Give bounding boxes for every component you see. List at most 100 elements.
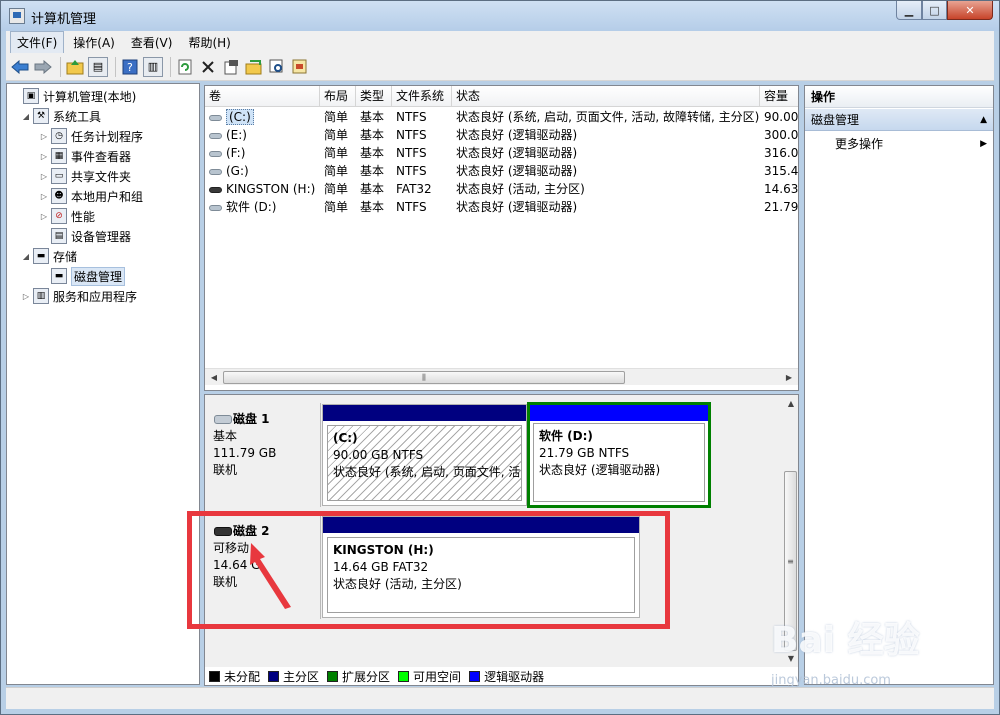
tree-node-services[interactable]: ▷ ▥ 服务和应用程序 — [21, 286, 137, 306]
volume-name: (G:) — [226, 164, 249, 178]
users-icon: ☻ — [51, 188, 67, 204]
device-manager-icon: ▤ — [51, 228, 67, 244]
expand-triangle-icon[interactable]: ▷ — [39, 152, 49, 161]
volume-list: 卷 布局 类型 文件系统 状态 容量 (C:) 简单 基本 NTFS 状态良好 (系统,… — [204, 85, 799, 391]
column-layout[interactable]: 布局 — [320, 86, 356, 107]
forward-arrow-icon[interactable] — [33, 57, 53, 77]
volume-name: 软件 (D:) — [226, 200, 277, 214]
properties-pane-icon[interactable]: ▥ — [143, 56, 163, 77]
storage-icon: ▬ — [33, 248, 49, 264]
scroll-up-icon[interactable]: ▲ — [784, 397, 798, 410]
title-bar[interactable]: 计算机管理 ▁ □ ✕ — [1, 1, 999, 31]
cell-capacity: 90.00 — [764, 110, 798, 124]
partition-d-body: 软件 (D:) 21.79 GB NTFS 状态良好 (逻辑驱动器) — [533, 423, 705, 502]
cell-volume: (F:) — [205, 144, 320, 162]
column-capacity[interactable]: 容量 — [760, 86, 798, 107]
volume-name: (E:) — [226, 128, 247, 142]
back-arrow-icon[interactable] — [10, 57, 30, 77]
tree-node-performance[interactable]: ▷ ⊘ 性能 — [39, 206, 95, 226]
expand-triangle-icon[interactable]: ▷ — [39, 132, 49, 141]
tree-node-task-scheduler[interactable]: ▷ ◷ 任务计划程序 — [39, 126, 143, 146]
toolbar-separator — [60, 56, 61, 77]
maximize-button[interactable]: □ — [922, 1, 947, 20]
cell-status: 状态良好 (逻辑驱动器) — [456, 146, 578, 160]
expand-triangle-icon[interactable]: ▷ — [39, 172, 49, 181]
partition-d-size: 21.79 GB NTFS — [539, 446, 630, 460]
tree-node-local-users[interactable]: ▷ ☻ 本地用户和组 — [39, 186, 143, 206]
minimize-button[interactable]: ▁ — [896, 1, 922, 20]
cell-type: 基本 — [360, 146, 385, 160]
table-row[interactable]: (G:) 简单 基本 NTFS 状态良好 (逻辑驱动器) 315.4 — [205, 162, 798, 180]
horizontal-scroll-thumb[interactable]: ⫼ — [223, 371, 625, 384]
scroll-right-icon[interactable]: ▶ — [782, 371, 796, 384]
more-actions-item[interactable]: 更多操作 ▶ — [835, 134, 993, 154]
cell-layout: 简单 — [324, 146, 349, 160]
actions-pane: 操作 磁盘管理 ▲ 更多操作 ▶ — [804, 85, 994, 685]
collapse-triangle-icon[interactable]: ◢ — [21, 112, 31, 121]
submenu-arrow-icon: ▶ — [980, 139, 987, 149]
table-row[interactable]: KINGSTON (H:) 简单 基本 FAT32 状态良好 (活动, 主分区) 14.6… — [205, 180, 798, 198]
menu-file[interactable]: 文件(F) — [10, 30, 65, 54]
computer-icon: ▣ — [23, 88, 39, 104]
cell-type: 基本 — [360, 128, 385, 142]
open-icon[interactable] — [244, 57, 264, 77]
window-title: 计算机管理 — [31, 12, 97, 27]
collapse-triangle-icon[interactable]: ◢ — [21, 252, 31, 261]
partition-c[interactable]: (C:) 90.00 GB NTFS 状态良好 (系统, 启动, 页面文件, 活… — [322, 404, 527, 506]
delete-icon[interactable] — [198, 57, 218, 77]
volume-list-header: 卷 布局 类型 文件系统 状态 容量 — [205, 86, 798, 107]
cell-status: 状态良好 (逻辑驱动器) — [456, 164, 578, 178]
cell-volume: (E:) — [205, 126, 320, 144]
collapse-up-icon[interactable]: ▲ — [980, 109, 987, 131]
tree-node-event-viewer[interactable]: ▷ ▦ 事件查看器 — [39, 146, 131, 166]
column-filesystem[interactable]: 文件系统 — [392, 86, 452, 107]
tree-node-disk-management[interactable]: ▬ 磁盘管理 — [39, 266, 126, 286]
menu-view[interactable]: 查看(V) — [124, 31, 180, 54]
up-folder-icon[interactable] — [65, 57, 85, 77]
properties-icon[interactable] — [221, 57, 241, 77]
actions-section-disk-management[interactable]: 磁盘管理 ▲ — [805, 109, 993, 131]
tree-node-storage[interactable]: ◢ ▬ 存储 — [21, 246, 77, 266]
cell-fs: NTFS — [396, 164, 427, 178]
cell-type: 基本 — [360, 110, 385, 124]
legend-label: 扩展分区 — [342, 669, 391, 684]
disk1-label[interactable]: 磁盘 1 基本 111.79 GB 联机 — [209, 403, 321, 507]
expand-triangle-icon[interactable]: ▷ — [39, 212, 49, 221]
cell-fs: NTFS — [396, 146, 427, 160]
cell-type: 基本 — [360, 200, 385, 214]
column-status[interactable]: 状态 — [452, 86, 760, 107]
column-type[interactable]: 类型 — [356, 86, 392, 107]
table-row[interactable]: (F:) 简单 基本 NTFS 状态良好 (逻辑驱动器) 316.0 — [205, 144, 798, 162]
tree-node-root[interactable]: ▣ 计算机管理(本地) — [11, 86, 136, 106]
menu-help[interactable]: 帮助(H) — [181, 31, 237, 54]
column-volume[interactable]: 卷 — [205, 86, 320, 107]
table-row[interactable]: (E:) 简单 基本 NTFS 状态良好 (逻辑驱动器) 300.0 — [205, 126, 798, 144]
disk1-type: 基本 — [213, 429, 238, 443]
tree-node-shared-folders[interactable]: ▷ ▭ 共享文件夹 — [39, 166, 131, 186]
close-button[interactable]: ✕ — [947, 1, 993, 20]
disk1-name: 磁盘 1 — [213, 411, 320, 428]
menu-action[interactable]: 操作(A) — [66, 31, 122, 54]
partition-c-title: (C:) — [333, 431, 358, 445]
show-tree-icon[interactable]: ▤ — [88, 56, 108, 77]
partition-d[interactable]: 软件 (D:) 21.79 GB NTFS 状态良好 (逻辑驱动器) — [527, 402, 711, 508]
help-icon[interactable]: ? — [120, 57, 140, 77]
partition-d-title: 软件 (D:) — [539, 429, 593, 443]
drive-icon — [209, 150, 222, 157]
scroll-left-icon[interactable]: ◀ — [207, 371, 221, 384]
legend-free: 可用空间 — [398, 668, 461, 685]
table-row[interactable]: (C:) 简单 基本 NTFS 状态良好 (系统, 启动, 页面文件, 活动, 故障转储… — [205, 108, 798, 126]
tree-node-device-manager[interactable]: ▤ 设备管理器 — [39, 226, 131, 246]
expand-triangle-icon[interactable]: ▷ — [39, 192, 49, 201]
cell-type: 基本 — [360, 164, 385, 178]
legend-label: 未分配 — [224, 669, 261, 684]
tree-node-system-tools[interactable]: ◢ ⚒ 系统工具 — [21, 106, 101, 126]
cell-status: 状态良好 (逻辑驱动器) — [456, 128, 578, 142]
table-row[interactable]: 软件 (D:) 简单 基本 NTFS 状态良好 (逻辑驱动器) 21.79 — [205, 198, 798, 216]
search-icon[interactable] — [267, 57, 287, 77]
watermark-brand: Bai 经验 — [771, 620, 920, 661]
export-icon[interactable] — [290, 57, 310, 77]
refresh-icon[interactable] — [175, 57, 195, 77]
expand-triangle-icon[interactable]: ▷ — [21, 292, 31, 301]
horizontal-scrollbar[interactable]: ◀ ⫼ ▶ — [205, 368, 798, 385]
